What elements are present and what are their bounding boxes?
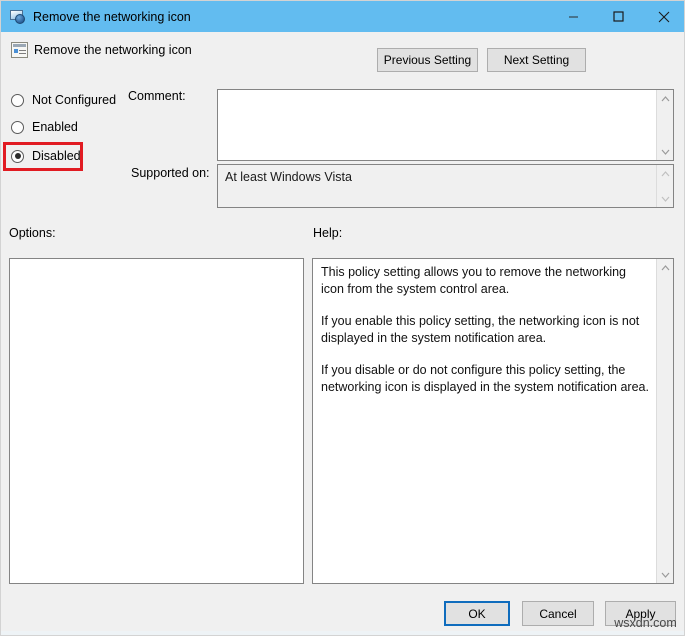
network-policy-icon (10, 9, 26, 25)
policy-setting-icon (11, 42, 28, 58)
radio-label-enabled: Enabled (32, 120, 78, 134)
radio-label-not-configured: Not Configured (32, 93, 116, 107)
previous-setting-button[interactable]: Previous Setting (377, 48, 478, 72)
help-label: Help: (313, 226, 342, 240)
radio-not-configured[interactable]: Not Configured (11, 91, 116, 109)
watermark: wsxdn.com (605, 616, 685, 630)
scroll-up-icon[interactable] (657, 165, 673, 182)
radio-label-disabled: Disabled (32, 149, 81, 163)
help-paragraph: If you enable this policy setting, the n… (321, 313, 650, 346)
help-content: This policy setting allows you to remove… (313, 259, 656, 583)
comment-scrollbar[interactable] (656, 90, 673, 160)
supported-on-field: At least Windows Vista (217, 164, 674, 208)
comment-input[interactable] (217, 89, 674, 161)
scroll-up-icon[interactable] (657, 90, 673, 107)
help-paragraph: This policy setting allows you to remove… (321, 264, 650, 297)
next-setting-button[interactable]: Next Setting (487, 48, 586, 72)
options-label: Options: (9, 226, 56, 240)
scroll-down-icon[interactable] (657, 190, 673, 207)
policy-setting-dialog: Remove the networking icon Remove the ne… (0, 0, 685, 636)
minimize-icon[interactable] (551, 1, 596, 32)
setting-title: Remove the networking icon (34, 43, 192, 57)
supported-on-content: At least Windows Vista (218, 165, 656, 207)
radio-circle-icon (11, 121, 24, 134)
scroll-down-icon[interactable] (657, 143, 673, 160)
radio-disabled[interactable]: Disabled (11, 147, 81, 165)
window-bottom-edge (1, 631, 685, 636)
window-controls (551, 1, 685, 32)
title-bar: Remove the networking icon (1, 1, 685, 32)
scroll-down-icon[interactable] (657, 566, 673, 583)
radio-enabled[interactable]: Enabled (11, 118, 78, 136)
maximize-icon[interactable] (596, 1, 641, 32)
supported-on-scrollbar[interactable] (656, 165, 673, 207)
help-scrollbar[interactable] (656, 259, 673, 583)
ok-button[interactable]: OK (444, 601, 510, 626)
cancel-button[interactable]: Cancel (522, 601, 594, 626)
options-panel[interactable] (9, 258, 304, 584)
help-paragraph: If you disable or do not configure this … (321, 362, 650, 395)
window-title: Remove the networking icon (33, 10, 191, 24)
help-panel: This policy setting allows you to remove… (312, 258, 674, 584)
help-text: This policy setting allows you to remove… (321, 264, 650, 395)
comment-label: Comment: (128, 89, 186, 103)
radio-circle-icon (11, 94, 24, 107)
supported-on-value: At least Windows Vista (225, 170, 352, 184)
close-icon[interactable] (641, 1, 685, 32)
radio-circle-selected-icon (11, 150, 24, 163)
supported-on-label: Supported on: (131, 166, 210, 180)
options-content[interactable] (10, 259, 303, 583)
scroll-up-icon[interactable] (657, 259, 673, 276)
comment-text[interactable] (218, 90, 656, 160)
